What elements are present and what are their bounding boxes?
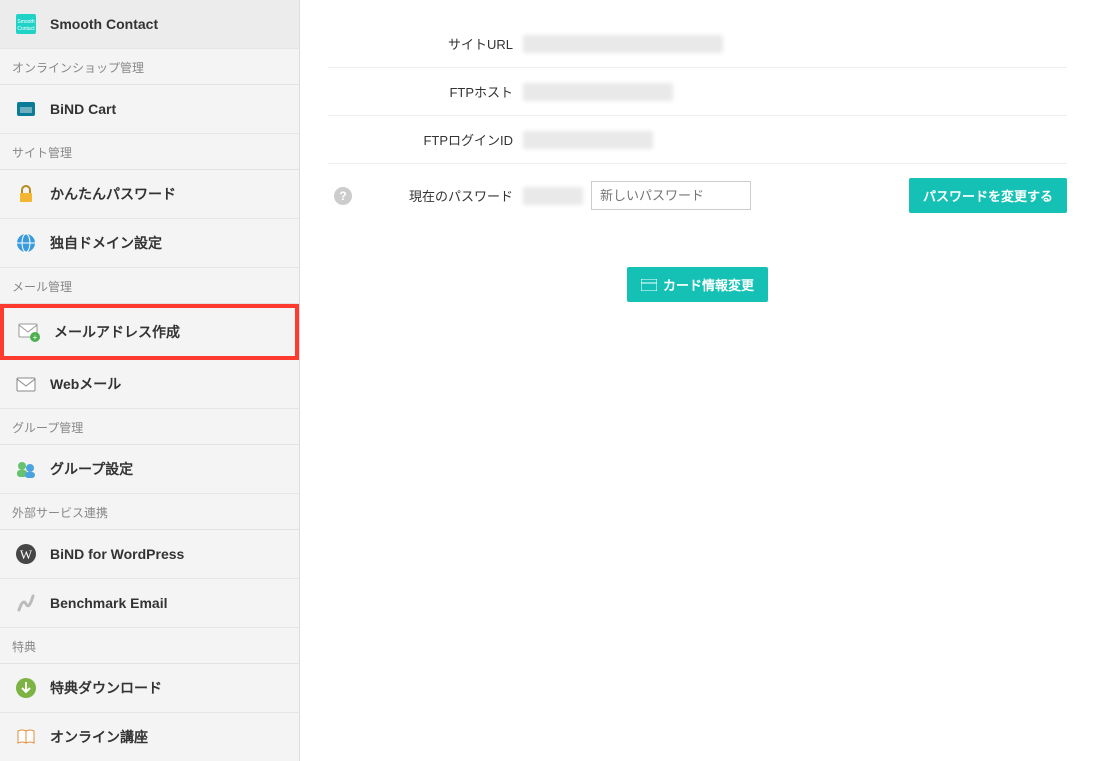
label-current-password: 現在のパスワード [358,186,523,205]
svg-text:+: + [33,333,38,342]
group-icon [14,457,38,481]
sidebar-item-label: オンライン講座 [50,727,148,747]
section-header-shop: オンラインショップ管理 [0,49,299,85]
mail-create-icon: + [18,320,42,344]
svg-text:W: W [20,547,33,562]
section-header-group: グループ管理 [0,409,299,445]
sidebar-item-label: グループ設定 [50,459,133,479]
sidebar-item-domain[interactable]: 独自ドメイン設定 [0,219,299,268]
svg-text:Smooth: Smooth [17,19,34,25]
sidebar-item-label: 特典ダウンロード [50,678,162,698]
sidebar-item-label: Smooth Contact [50,16,158,32]
change-password-button[interactable]: パスワードを変更する [909,178,1067,213]
main-content: サイトURL FTPホスト FTPログインID ? 現在のパスワード パスワード… [300,0,1095,761]
cart-icon [14,97,38,121]
section-header-site: サイト管理 [0,134,299,170]
help-icon[interactable]: ? [334,187,352,205]
form-row-site-url: サイトURL [328,20,1067,68]
sidebar-item-group[interactable]: グループ設定 [0,445,299,494]
sidebar-item-wordpress[interactable]: W BiND for WordPress [0,530,299,579]
section-header-mail: メール管理 [0,268,299,304]
card-button-row: カード情報変更 [328,227,1067,302]
label-ftp-host: FTPホスト [358,82,523,101]
section-header-external: 外部サービス連携 [0,494,299,530]
new-password-input[interactable] [591,181,751,210]
form-row-password: ? 現在のパスワード パスワードを変更する [328,164,1067,227]
benchmark-icon [14,591,38,615]
card-icon [641,279,657,291]
download-icon [14,676,38,700]
sidebar-item-label: BiND for WordPress [50,546,184,562]
sidebar-item-online-course[interactable]: オンライン講座 [0,713,299,761]
sidebar-item-mail-create[interactable]: + メールアドレス作成 [4,308,295,356]
book-icon [14,725,38,749]
sidebar-item-password[interactable]: かんたんパスワード [0,170,299,219]
value-site-url [523,35,723,53]
form-row-ftp-login: FTPログインID [328,116,1067,164]
value-current-password [523,187,583,205]
label-site-url: サイトURL [358,34,523,53]
sidebar: SmoothContact Smooth Contact オンラインショップ管理… [0,0,300,761]
sidebar-item-label: かんたんパスワード [50,184,176,204]
value-ftp-login [523,131,653,149]
card-button-label: カード情報変更 [663,275,754,294]
section-header-bonus: 特典 [0,628,299,664]
highlight-box: + メールアドレス作成 [0,304,299,360]
card-info-change-button[interactable]: カード情報変更 [627,267,768,302]
sidebar-item-bind-cart[interactable]: BiND Cart [0,85,299,134]
wordpress-icon: W [14,542,38,566]
form-row-ftp-host: FTPホスト [328,68,1067,116]
sidebar-item-bonus-download[interactable]: 特典ダウンロード [0,664,299,713]
sidebar-item-label: メールアドレス作成 [54,322,180,342]
sidebar-item-label: Webメール [50,374,121,394]
globe-icon [14,231,38,255]
sidebar-item-label: BiND Cart [50,101,116,117]
value-ftp-host [523,83,673,101]
svg-text:Contact: Contact [17,26,35,32]
sidebar-item-benchmark[interactable]: Benchmark Email [0,579,299,628]
sidebar-item-webmail[interactable]: Webメール [0,360,299,409]
smooth-contact-icon: SmoothContact [14,12,38,36]
sidebar-item-label: Benchmark Email [50,595,168,611]
label-ftp-login: FTPログインID [358,130,523,149]
sidebar-item-label: 独自ドメイン設定 [50,233,162,253]
sidebar-item-smooth-contact[interactable]: SmoothContact Smooth Contact [0,0,299,49]
webmail-icon [14,372,38,396]
lock-icon [14,182,38,206]
